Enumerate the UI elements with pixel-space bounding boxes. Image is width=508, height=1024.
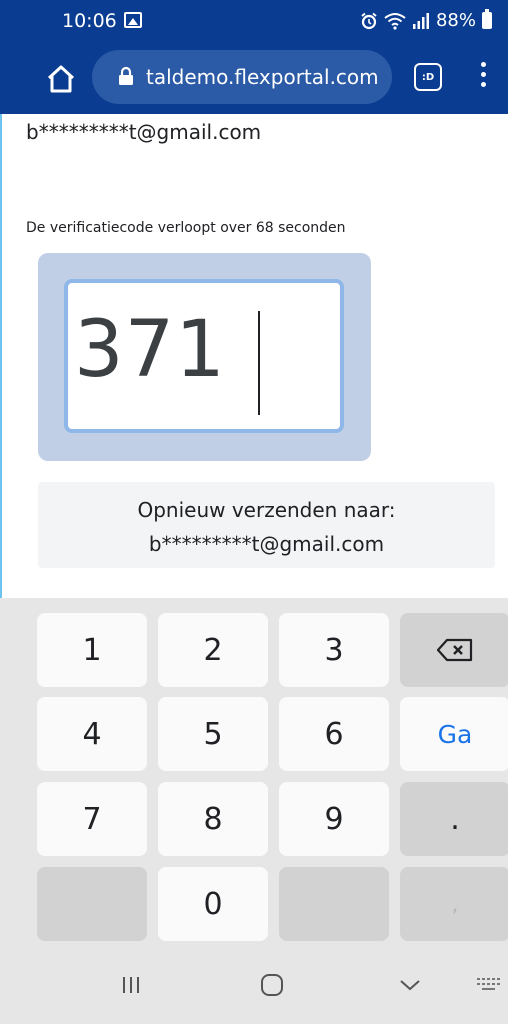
key-label: 6 — [324, 716, 344, 752]
key-1[interactable]: 1 — [37, 613, 147, 687]
masked-email: b*********t@gmail.com — [26, 120, 262, 144]
tabs-icon[interactable]: :D — [414, 63, 442, 91]
home-icon[interactable] — [44, 62, 78, 96]
backspace-icon — [436, 638, 473, 662]
key-label: 5 — [203, 716, 223, 752]
system-navigation-bar — [0, 950, 508, 1024]
code-value: 371 — [74, 305, 226, 395]
key-label: 3 — [324, 632, 344, 668]
lock-icon — [119, 66, 133, 85]
key-0[interactable]: 0 — [158, 867, 268, 941]
code-card: 371 — [38, 253, 371, 461]
battery-icon — [482, 9, 492, 29]
browser-toolbar: taldemo.flexportal.com :D — [0, 44, 508, 114]
backspace-key[interactable] — [400, 613, 508, 687]
signal-icon — [412, 12, 429, 29]
key-6[interactable]: 6 — [279, 697, 389, 771]
key-label: 1 — [82, 632, 102, 668]
dot-key[interactable]: . — [400, 782, 508, 856]
blank-key-left — [37, 867, 147, 941]
status-time: 10:06 — [62, 10, 117, 32]
status-icons: 88% — [360, 9, 492, 31]
recent-apps-icon[interactable] — [120, 974, 142, 996]
key-2[interactable]: 2 — [158, 613, 268, 687]
status-bar: 10:06 88% — [0, 0, 508, 44]
key-label: 8 — [203, 801, 223, 837]
key-4[interactable]: 4 — [37, 697, 147, 771]
keyboard-switch-icon[interactable] — [474, 975, 502, 995]
expiry-message: De verificatiecode verloopt over 68 seco… — [26, 220, 346, 236]
wifi-icon — [384, 12, 406, 30]
browser-chrome: 10:06 88% taldemo.flexportal.com:D — [0, 0, 508, 114]
resend-button[interactable]: Opnieuw verzenden naar: b*********t@gmai… — [38, 482, 495, 568]
key-9[interactable]: 9 — [279, 782, 389, 856]
go-label: Ga — [437, 719, 473, 749]
url-text[interactable]: taldemo.flexportal.com — [146, 65, 379, 89]
blank-key-right — [279, 867, 389, 941]
key-label: 0 — [203, 886, 223, 922]
alarm-icon — [361, 12, 377, 29]
comma-key[interactable]: , — [400, 867, 508, 941]
menu-icon[interactable] — [479, 62, 487, 92]
numeric-keyboard: 1 2 3 4 5 6 Ga 7 8 9 . 0 , — [0, 598, 508, 1024]
key-3[interactable]: 3 — [279, 613, 389, 687]
go-key[interactable]: Ga — [400, 697, 508, 771]
tabs-badge: :D — [421, 71, 435, 83]
key-label: 9 — [324, 801, 344, 837]
battery-percentage: 88% — [435, 10, 476, 31]
key-8[interactable]: 8 — [158, 782, 268, 856]
text-caret — [258, 311, 260, 415]
key-7[interactable]: 7 — [37, 782, 147, 856]
key-label: 7 — [82, 801, 102, 837]
key-label: 2 — [203, 632, 223, 668]
verification-code-input[interactable]: 371 — [64, 279, 344, 433]
key-label: 4 — [82, 716, 102, 752]
back-icon[interactable] — [398, 976, 422, 994]
comma-label: , — [451, 892, 459, 916]
resend-label: Opnieuw verzenden naar: — [137, 498, 396, 522]
gallery-icon — [124, 12, 142, 28]
dot-label: . — [450, 801, 460, 837]
home-nav-icon[interactable] — [259, 972, 285, 998]
resend-email: b*********t@gmail.com — [148, 532, 385, 556]
key-5[interactable]: 5 — [158, 697, 268, 771]
